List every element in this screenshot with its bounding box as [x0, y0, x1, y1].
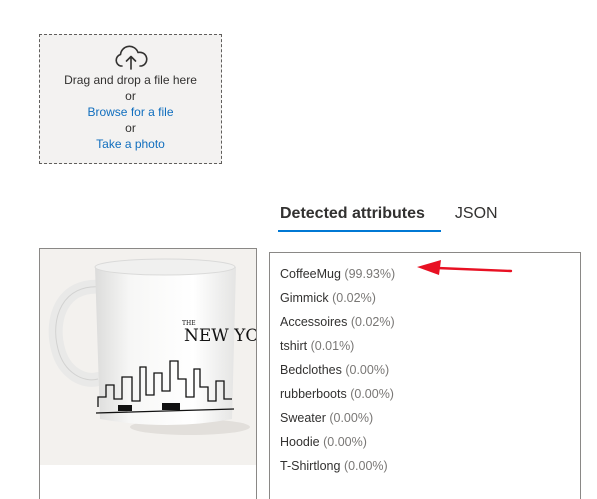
list-item: Sweater (0.00%): [280, 406, 570, 430]
attribute-name: rubberboots: [280, 387, 347, 401]
list-item: Hoodie (0.00%): [280, 430, 570, 454]
browse-file-link[interactable]: Browse for a file: [40, 104, 221, 120]
list-item: tshirt (0.01%): [280, 334, 570, 358]
attribute-confidence: (0.00%): [343, 459, 388, 473]
attribute-confidence: (0.00%): [350, 387, 394, 401]
drag-drop-text: Drag and drop a file here: [64, 73, 197, 87]
list-item: Bedclothes (0.00%): [280, 358, 570, 382]
attribute-name: T-Shirtlong: [280, 459, 341, 473]
attributes-panel: CoffeeMug (99.93%) Gimmick (0.02%) Acces…: [269, 252, 581, 499]
attribute-name: Hoodie: [280, 435, 320, 449]
attribute-confidence: (99.93%): [344, 267, 396, 281]
or-separator: or: [125, 121, 136, 135]
take-photo-link[interactable]: Take a photo: [40, 136, 221, 152]
list-item: rubberboots (0.00%): [280, 382, 570, 406]
or-separator: or: [125, 89, 136, 103]
attribute-name: Accessoires: [280, 315, 348, 329]
attribute-name: tshirt: [280, 339, 308, 353]
svg-text:NEW YO: NEW YO: [184, 326, 256, 346]
attribute-confidence: (0.00%): [329, 411, 374, 425]
image-preview-panel: THE NEW YO: [39, 248, 257, 499]
attribute-name: CoffeeMug: [280, 267, 341, 281]
annotation-arrow-icon: [417, 260, 513, 275]
list-item: Gimmick (0.02%): [280, 286, 570, 310]
page: Drag and drop a file here or Browse for …: [0, 0, 597, 499]
attribute-confidence: (0.02%): [332, 291, 376, 305]
attribute-name: Bedclothes: [280, 363, 342, 377]
cloud-upload-icon: [114, 45, 148, 70]
tab-json[interactable]: JSON: [453, 200, 500, 232]
attribute-confidence: (0.01%): [310, 339, 355, 353]
file-drop-zone[interactable]: Drag and drop a file here or Browse for …: [39, 34, 222, 164]
active-tab-indicator: [278, 230, 441, 232]
attribute-confidence: (0.00%): [345, 363, 390, 377]
uploaded-photo: THE NEW YO: [40, 249, 256, 465]
attribute-confidence: (0.02%): [350, 315, 395, 329]
attribute-name: Gimmick: [280, 291, 329, 305]
attribute-name: Sweater: [280, 411, 326, 425]
tab-detected-attributes[interactable]: Detected attributes: [278, 200, 427, 232]
list-item: T-Shirtlong (0.00%): [280, 454, 570, 478]
attribute-confidence: (0.00%): [323, 435, 367, 449]
list-item: Accessoires (0.02%): [280, 310, 570, 334]
